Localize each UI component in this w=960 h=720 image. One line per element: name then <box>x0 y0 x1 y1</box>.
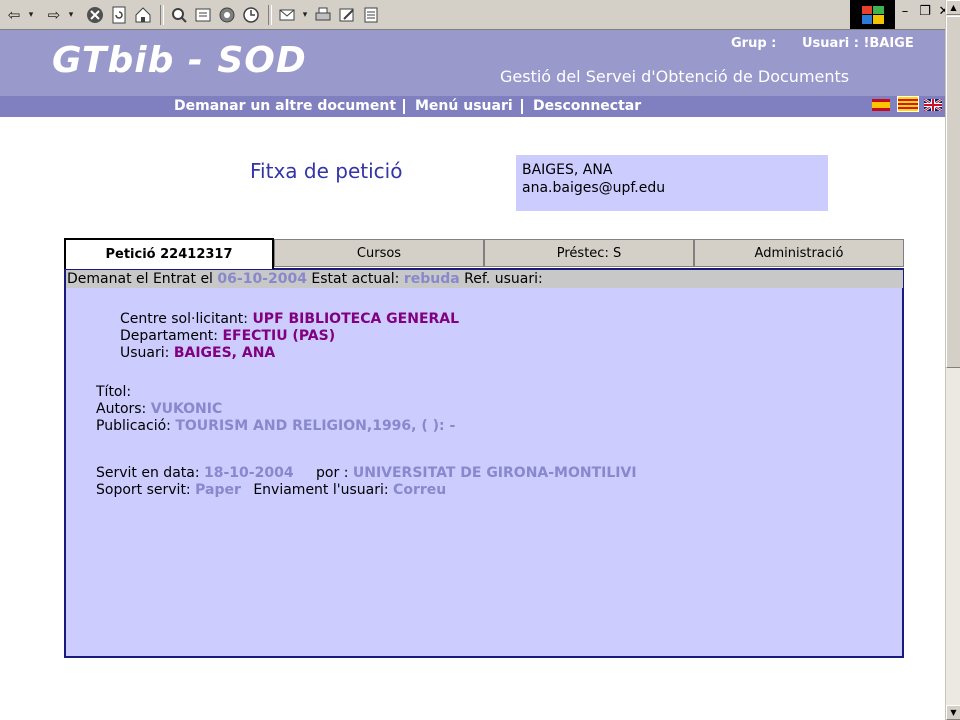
user-label: Usuari : !BAIGE <box>802 36 914 51</box>
header-banner: GTbib - SOD Grup : Usuari : !BAIGE Gesti… <box>0 30 945 96</box>
edit-icon[interactable] <box>336 4 358 26</box>
media-icon[interactable] <box>216 4 238 26</box>
user-row-label: Usuari: <box>120 345 170 361</box>
spanish-flag-icon[interactable] <box>872 99 890 111</box>
publication-value: TOURISM AND RELIGION,1996, ( ): - <box>175 418 456 434</box>
scroll-down-icon[interactable]: ▼ <box>946 705 960 720</box>
authors-label: Autors: <box>96 401 147 417</box>
group-label: Grup : <box>731 36 777 51</box>
app-logo: GTbib - SOD <box>52 40 307 81</box>
request-panel: Demanat el Entrat el 06-10-2004 Estat ac… <box>64 268 904 658</box>
centre-row: Centre sol·licitant: UPF BIBLIOTECA GENE… <box>120 311 459 327</box>
nav-divider <box>403 99 405 114</box>
status-bar: Demanat el Entrat el 06-10-2004 Estat ac… <box>66 270 903 288</box>
department-value: EFECTIU (PAS) <box>222 328 336 344</box>
search-icon[interactable] <box>168 4 190 26</box>
title-row: Títol: <box>96 384 131 400</box>
minimize-icon[interactable]: – <box>897 4 913 19</box>
tab-administracio[interactable]: Administració <box>694 239 904 267</box>
app-subtitle: Gestió del Servei d'Obtenció de Document… <box>500 67 850 86</box>
tab-cursos[interactable]: Cursos <box>274 239 484 267</box>
scroll-thumb[interactable] <box>946 16 960 368</box>
department-label: Departament: <box>120 328 219 344</box>
department-row: Departament: EFECTIU (PAS) <box>120 328 335 344</box>
tab-prestec[interactable]: Préstec: S <box>484 239 694 267</box>
estat-label: Estat actual: <box>311 271 400 287</box>
support-label: Soport servit: <box>96 482 191 498</box>
demanat-label: Demanat el Entrat el <box>67 271 213 287</box>
uk-flag-icon[interactable] <box>923 97 943 113</box>
restore-icon[interactable]: ❐ <box>917 4 933 19</box>
support-value: Paper <box>195 482 241 498</box>
publication-row: Publicació: TOURISM AND RELIGION,1996, (… <box>96 418 455 434</box>
toolbar-separator <box>268 4 272 25</box>
estat-value: rebuda <box>403 271 460 287</box>
title-label: Títol: <box>96 384 132 400</box>
support-row: Soport servit: Paper Enviament l'usuari:… <box>96 482 446 498</box>
por-label: por : <box>316 465 349 481</box>
logout-link[interactable]: Desconnectar <box>533 98 641 114</box>
centre-value: UPF BIBLIOTECA GENERAL <box>252 311 460 327</box>
vertical-scrollbar[interactable]: ▲ ▼ <box>945 0 960 720</box>
discuss-icon[interactable] <box>360 4 382 26</box>
scroll-up-icon[interactable]: ▲ <box>946 0 960 15</box>
user-info-box: BAIGES, ANA ana.baiges@upf.edu <box>516 155 828 211</box>
favorites-icon[interactable] <box>192 4 214 26</box>
nav-divider <box>521 99 523 114</box>
publication-label: Publicació: <box>96 418 171 434</box>
home-icon[interactable] <box>132 4 154 26</box>
delivery-value: Correu <box>393 482 447 498</box>
ref-label: Ref. usuari: <box>464 271 543 287</box>
print-icon[interactable] <box>312 4 334 26</box>
browser-toolbar: ⇦ ▾ ⇨ ▾ ▾ <box>0 0 945 30</box>
stop-icon[interactable] <box>84 4 106 26</box>
back-dropdown-icon[interactable]: ▾ <box>26 4 36 26</box>
nav-bar: Demanar un altre document Menú usuari De… <box>0 96 945 117</box>
authors-row: Autors: VUKONIC <box>96 401 222 417</box>
tab-peticio[interactable]: Petició 22412317 <box>64 238 274 269</box>
user-email: ana.baiges@upf.edu <box>522 180 666 196</box>
forward-dropdown-icon[interactable]: ▾ <box>66 4 76 26</box>
delivery-label: Enviament l'usuari: <box>253 482 389 498</box>
new-request-link[interactable]: Demanar un altre document <box>174 98 396 114</box>
toolbar-separator <box>160 4 164 25</box>
user-name: BAIGES, ANA <box>522 162 613 178</box>
user-row: Usuari: BAIGES, ANA <box>120 345 275 361</box>
catalan-flag-icon[interactable] <box>897 96 919 112</box>
mail-dropdown-icon[interactable]: ▾ <box>300 4 310 26</box>
por-value: UNIVERSITAT DE GIRONA-MONTILIVI <box>352 465 637 481</box>
served-row: Servit en data: 18-10-2004 por : UNIVERS… <box>96 465 637 481</box>
tab-strip: Petició 22412317 Cursos Préstec: S Admin… <box>64 238 904 269</box>
request-date: 06-10-2004 <box>217 271 307 287</box>
back-icon[interactable]: ⇦ <box>4 4 24 26</box>
forward-icon[interactable]: ⇨ <box>44 4 64 26</box>
centre-label: Centre sol·licitant: <box>120 311 248 327</box>
history-icon[interactable] <box>240 4 262 26</box>
user-menu-link[interactable]: Menú usuari <box>415 98 513 114</box>
authors-value: VUKONIC <box>150 401 223 417</box>
windows-logo-icon <box>850 0 895 29</box>
mail-icon[interactable] <box>276 4 298 26</box>
refresh-icon[interactable] <box>108 4 130 26</box>
page-title: Fitxa de petició <box>250 159 403 183</box>
served-date: 18-10-2004 <box>204 465 294 481</box>
served-label: Servit en data: <box>96 465 200 481</box>
user-row-value: BAIGES, ANA <box>173 345 276 361</box>
